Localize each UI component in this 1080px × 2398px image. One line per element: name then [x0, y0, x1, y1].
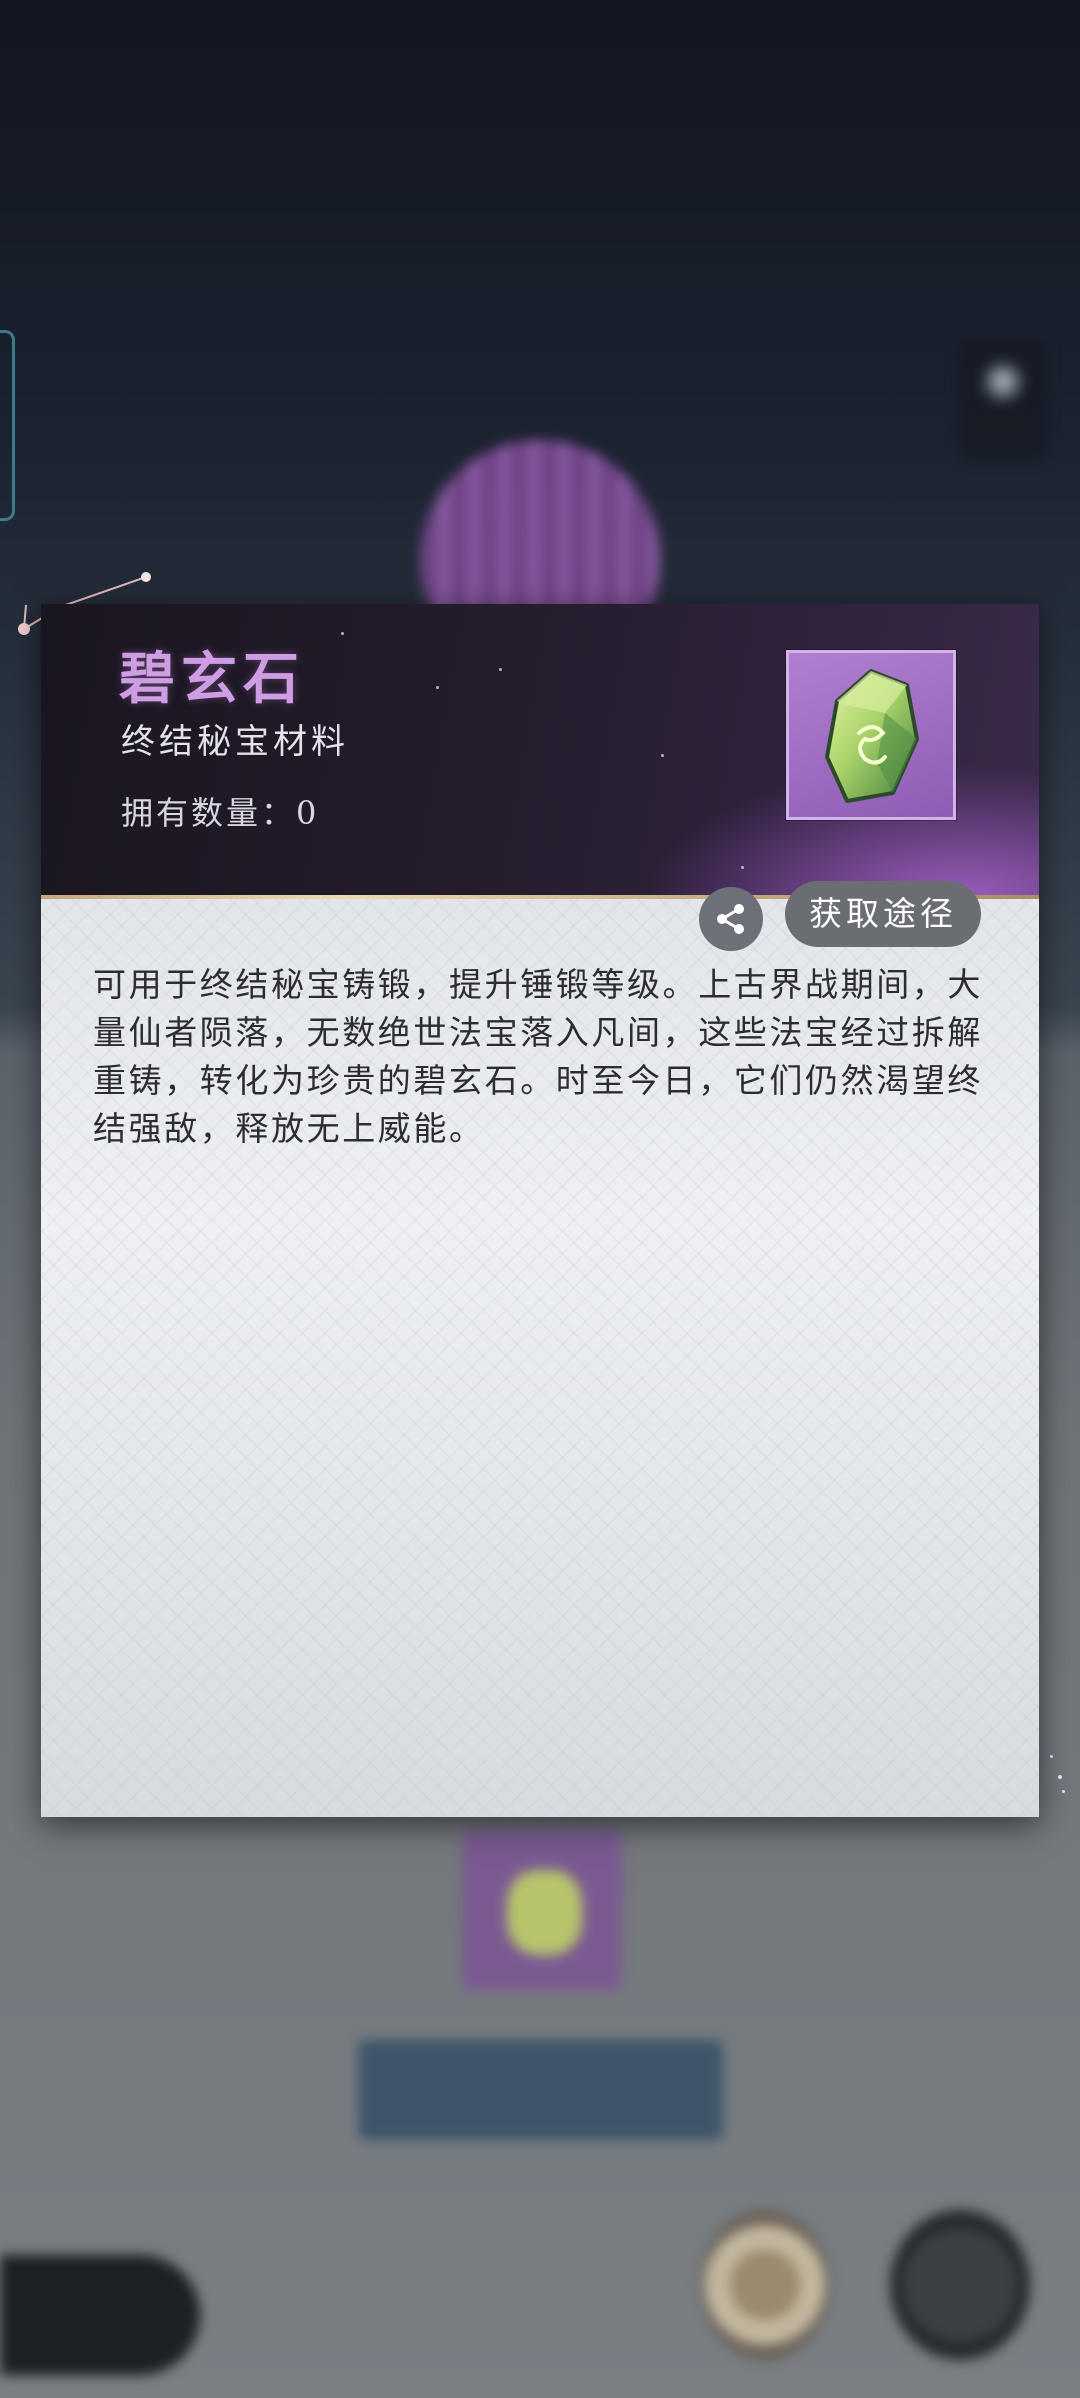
background-view-button: ◉ — [958, 340, 1048, 460]
game-screen: ◉ 碧玄石 终结秘宝材料 拥有数量：0 获取途径 可用于终结秘宝铸锻，提升锤锻等… — [0, 0, 1080, 2398]
background-item-slot — [462, 1830, 622, 1990]
item-name: 碧玄石 — [119, 646, 305, 712]
green-rune-crystal-icon — [825, 669, 919, 803]
item-body: 获取途径 可用于终结秘宝铸锻，提升锤锻等级。上古界战期间，大量仙者陨落，无数绝世… — [41, 881, 1039, 1817]
owned-count-value: 0 — [296, 794, 320, 832]
acquire-source-button[interactable]: 获取途径 — [785, 881, 981, 947]
star — [436, 686, 439, 689]
sparkle — [1050, 1755, 1053, 1758]
background-back-button — [0, 2255, 200, 2375]
eye-icon: ◉ — [982, 350, 1024, 406]
sparkle — [1062, 1790, 1065, 1793]
star — [661, 754, 664, 757]
item-header: 碧玄石 终结秘宝材料 拥有数量：0 — [41, 604, 1039, 899]
owned-count-row: 拥有数量：0 — [121, 788, 319, 834]
star — [741, 866, 744, 869]
background-round-button — [700, 2210, 830, 2360]
background-round-button-dark — [890, 2210, 1030, 2360]
item-detail-popup: 碧玄石 终结秘宝材料 拥有数量：0 获取途径 可用于终结秘宝铸锻，提升锤锻等级。… — [41, 604, 1039, 1817]
item-icon-frame — [786, 650, 956, 820]
sparkle — [1058, 1775, 1062, 1779]
background-side-tab — [0, 330, 15, 521]
item-category: 终结秘宝材料 — [121, 722, 349, 762]
background-action-button — [358, 2040, 723, 2140]
star — [341, 632, 344, 635]
owned-count-label: 拥有数量： — [121, 794, 297, 832]
share-icon — [717, 904, 744, 934]
share-button[interactable] — [699, 887, 763, 951]
item-description: 可用于终结秘宝铸锻，提升锤锻等级。上古界战期间，大量仙者陨落，无数绝世法宝落入凡… — [93, 965, 983, 1148]
star — [499, 668, 502, 671]
